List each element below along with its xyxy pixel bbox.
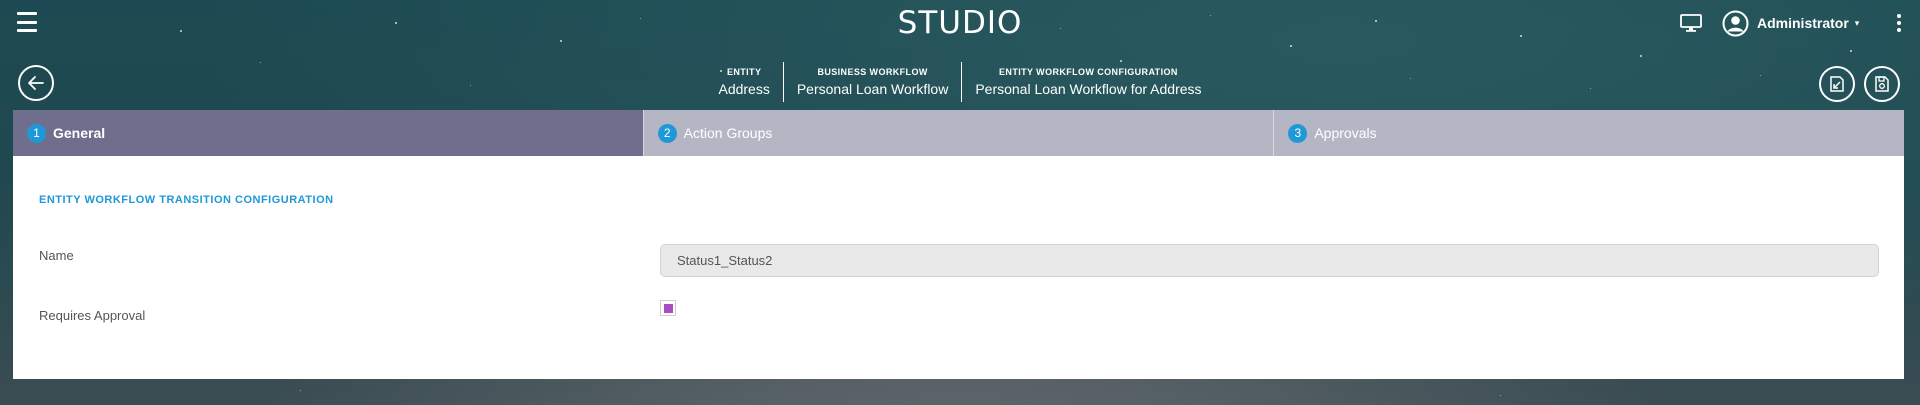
hamburger-icon[interactable] [17, 12, 37, 32]
breadcrumb-entity-workflow-configuration[interactable]: ENTITY WORKFLOW CONFIGURATION Personal L… [961, 62, 1214, 102]
export-button[interactable] [1819, 66, 1855, 102]
step-number: 1 [27, 123, 46, 143]
monitor-icon[interactable] [1680, 14, 1702, 32]
tab-approvals[interactable]: 3 Approvals [1273, 110, 1905, 156]
user-menu[interactable]: Administrator ▾ [1722, 9, 1859, 37]
export-icon [1830, 76, 1844, 92]
section-title: ENTITY WORKFLOW TRANSITION CONFIGURATION [39, 194, 334, 206]
chevron-down-icon: ▾ [1854, 17, 1860, 28]
tab-label: Approvals [1314, 125, 1377, 141]
user-circle-icon [1722, 10, 1749, 36]
step-number: 2 [657, 123, 677, 143]
breadcrumb-business-workflow[interactable]: BUSINESS WORKFLOW Personal Loan Workflow [782, 62, 961, 102]
user-name: Administrator [1757, 15, 1849, 31]
save-button[interactable] [1864, 66, 1900, 102]
general-panel: ENTITY WORKFLOW TRANSITION CONFIGURATION… [13, 156, 1904, 379]
breadcrumb-label: ENTITY WORKFLOW CONFIGURATION [999, 67, 1178, 77]
kebab-icon[interactable] [1896, 14, 1902, 32]
tab-label: General [53, 125, 106, 141]
requires-approval-label: Requires Approval [39, 308, 146, 323]
breadcrumb-label: BUSINESS WORKFLOW [817, 67, 928, 77]
breadcrumb-value: Address [718, 81, 770, 97]
breadcrumb-value: Personal Loan Workflow [796, 81, 949, 97]
breadcrumb-value: Personal Loan Workflow for Address [975, 81, 1202, 97]
checkbox-checked-mark [663, 303, 673, 313]
breadcrumb-entity[interactable]: ENTITY Address [705, 62, 782, 102]
save-icon [1875, 76, 1889, 92]
breadcrumb-label: ENTITY [726, 67, 762, 77]
brand-title: STUDIO [897, 5, 1023, 41]
wizard-tabs: 1 General 2 Action Groups 3 Approvals [13, 110, 1905, 156]
step-number: 3 [1288, 123, 1308, 143]
breadcrumb: ENTITY Address BUSINESS WORKFLOW Persona… [0, 62, 1920, 102]
tab-label: Action Groups [683, 125, 773, 141]
top-bar: STUDIO Administrator ▾ [0, 0, 1920, 48]
name-label: Name [39, 248, 74, 263]
requires-approval-checkbox[interactable] [660, 300, 676, 316]
tab-action-groups[interactable]: 2 Action Groups [642, 110, 1274, 156]
name-input[interactable] [660, 244, 1879, 277]
tab-general[interactable]: 1 General [13, 110, 643, 156]
